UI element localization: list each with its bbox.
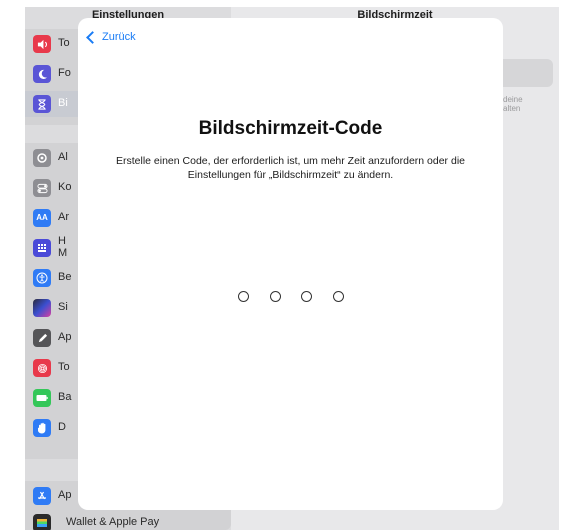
passcode-digit [269,291,281,302]
sidebar-item-label: Wallet & Apple Pay [66,516,160,528]
sidebar-item-label: To [58,37,70,49]
hourglass-icon [33,95,51,113]
passcode-digit [332,291,344,302]
accessibility-icon [33,269,51,287]
battery-icon [33,389,51,407]
text-size-icon: AA [33,209,51,227]
sheet-description: Erstelle einen Code, der erforderlich is… [115,155,465,181]
back-label: Zurück [102,31,136,43]
privacy-hand-icon [33,419,51,437]
passcode-digit [301,291,313,302]
passcode-sheet: Zurück Bildschirmzeit-Code Erstelle eine… [78,18,503,510]
gear-icon [33,149,51,167]
passcode-input[interactable] [238,291,344,305]
label-line-1: H [58,235,66,247]
sidebar-item-label: Al [58,151,68,163]
fingerprint-icon [33,359,51,377]
sidebar-item-label: Ba [58,391,72,403]
app-store-icon [33,487,51,505]
sidebar-item-label: Fo [58,67,71,79]
pencil-icon [33,329,51,347]
sidebar-item-label: Ar [58,211,69,223]
sidebar-item-wallet[interactable]: Wallet & Apple Pay [25,510,231,530]
siri-icon [33,299,51,317]
sidebar-item-label: Si [58,301,68,313]
sidebar-item-label: Be [58,271,72,283]
label-line-2: M [58,247,68,259]
toggle-icon [33,179,51,197]
sheet-title: Bildschirmzeit-Code [198,118,383,139]
sidebar-item-label: Ap [58,331,72,343]
back-button[interactable]: Zurück [86,29,136,45]
sidebar-item-label: D [58,421,66,433]
sidebar-item-label: Ap [58,489,72,501]
sidebar-item-label: To [58,361,70,373]
sidebar-item-label: Ko [58,181,72,193]
sidebar-item-label: HM [58,235,67,259]
passcode-digit [238,291,249,302]
sidebar-item-label: Bi [58,97,68,109]
moon-icon [33,65,51,83]
speaker-icon [33,35,51,53]
detail-snippet: deine alten [503,95,523,113]
chevron-left-icon [86,30,99,44]
wallet-icon [33,514,51,530]
home-screen-icon [33,239,51,257]
